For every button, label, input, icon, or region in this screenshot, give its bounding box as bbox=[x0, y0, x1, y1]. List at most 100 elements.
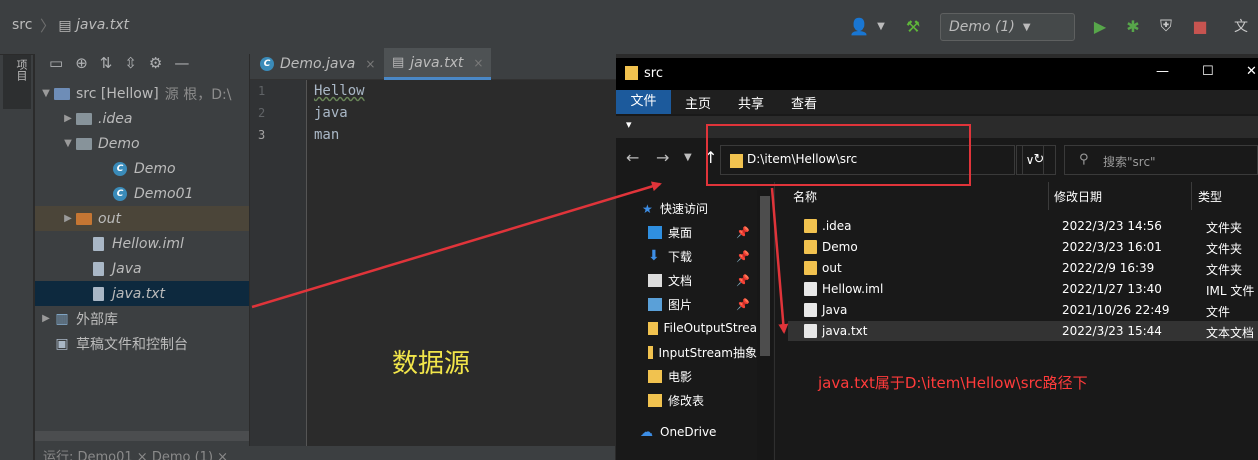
tree-item-java-txt-selected[interactable]: java.txt bbox=[35, 281, 249, 306]
breadcrumb-java-txt[interactable]: java.txt bbox=[76, 17, 129, 33]
breadcrumb-src[interactable]: src bbox=[12, 17, 32, 33]
nav-item-fileoutputstream[interactable]: FileOutputStrea bbox=[616, 316, 757, 340]
hammer-build-icon[interactable]: ⚒ bbox=[902, 14, 924, 38]
horizontal-scrollbar[interactable] bbox=[35, 431, 249, 441]
tree-item-external-libraries[interactable]: ▶ ▥ 外部库 bbox=[35, 306, 249, 331]
nav-item-pictures[interactable]: 图片 📌 bbox=[616, 292, 774, 316]
hide-minus-icon[interactable]: — bbox=[174, 54, 189, 72]
run-tool-bar[interactable]: 运行: Demo01 × Demo (1) × bbox=[35, 446, 615, 460]
minimize-icon[interactable]: — bbox=[1156, 64, 1169, 79]
nav-label: 文档 bbox=[668, 273, 693, 288]
coverage-shield-icon[interactable]: ⛨ bbox=[1155, 14, 1177, 38]
expand-all-icon[interactable]: ⇅ bbox=[100, 54, 113, 72]
tree-item-hellow-iml[interactable]: Hellow.iml bbox=[35, 231, 249, 256]
pane-divider[interactable] bbox=[774, 182, 775, 460]
pin-icon[interactable]: 📌 bbox=[736, 298, 750, 311]
nav-item-onedrive[interactable]: ☁ OneDrive bbox=[616, 420, 757, 444]
chevron-right-icon[interactable]: ▶ bbox=[61, 113, 75, 124]
module-file-icon bbox=[89, 236, 107, 252]
column-type[interactable]: 类型 bbox=[1198, 188, 1222, 205]
close-icon[interactable]: ✕ bbox=[1246, 64, 1257, 79]
ribbon-tab-file[interactable]: 文件 bbox=[616, 90, 671, 114]
collapse-all-icon[interactable]: ⇳ bbox=[124, 54, 137, 72]
project-view-icon[interactable]: ▭ bbox=[49, 54, 63, 72]
ribbon-tab-home[interactable]: 主页 bbox=[685, 93, 711, 112]
chevron-right-icon[interactable]: ▶ bbox=[61, 213, 75, 224]
tree-item-idea[interactable]: ▶ .idea bbox=[35, 106, 249, 131]
forward-arrow-icon[interactable]: → bbox=[656, 148, 669, 167]
file-row[interactable]: Demo 2022/3/23 16:01 文件夹 bbox=[788, 237, 1258, 257]
pin-icon[interactable]: 📌 bbox=[736, 226, 750, 239]
file-row[interactable]: Java 2021/10/26 22:49 文件 bbox=[788, 300, 1258, 320]
tree-label: out bbox=[98, 210, 121, 227]
locate-crosshair-icon[interactable]: ⊕ bbox=[75, 54, 88, 72]
file-row[interactable]: out 2022/2/9 16:39 文件夹 bbox=[788, 258, 1258, 278]
column-name[interactable]: 名称 bbox=[793, 188, 817, 205]
file-row-selected[interactable]: java.txt 2022/3/23 15:44 文本文档 bbox=[788, 321, 1258, 341]
close-icon[interactable]: × bbox=[473, 56, 483, 70]
column-divider[interactable] bbox=[1191, 182, 1192, 210]
customize-chevron-icon[interactable]: ▾ bbox=[626, 118, 632, 131]
ribbon-tab-share[interactable]: 共享 bbox=[738, 93, 764, 112]
tree-item-demo01-class[interactable]: C Demo01 bbox=[35, 181, 249, 206]
tree-label: Demo bbox=[134, 160, 176, 177]
text-file-icon bbox=[89, 286, 107, 302]
user-icon[interactable]: 👤 bbox=[848, 14, 870, 38]
tree-item-java[interactable]: Java bbox=[35, 256, 249, 281]
nav-item-desktop[interactable]: 桌面 📌 bbox=[616, 220, 774, 244]
tree-item-src[interactable]: ▼ src [Hellow] 源 根，D:\ bbox=[35, 81, 249, 106]
refresh-icon[interactable]: ↻ bbox=[1022, 145, 1056, 175]
close-icon[interactable]: × bbox=[365, 57, 375, 71]
nav-label: InputStream抽象 bbox=[658, 345, 758, 360]
file-row[interactable]: Hellow.iml 2022/1/27 13:40 IML 文件 bbox=[788, 279, 1258, 299]
text-document-icon bbox=[804, 324, 817, 338]
file-name: out bbox=[822, 261, 842, 275]
run-config-label: Demo (1) bbox=[949, 19, 1015, 35]
tree-item-demo-package[interactable]: ▼ Demo bbox=[35, 131, 249, 156]
recent-chevron-icon[interactable]: ▼ bbox=[684, 152, 692, 163]
nav-item-movies[interactable]: 电影 bbox=[616, 364, 757, 388]
code-line: Hellow bbox=[314, 83, 365, 99]
translate-icon[interactable]: 文 bbox=[1230, 14, 1252, 38]
gear-icon[interactable]: ⚙ bbox=[149, 54, 162, 72]
chevron-down-icon[interactable]: ▼ bbox=[61, 138, 75, 149]
chevron-right-icon[interactable]: ▶ bbox=[39, 313, 53, 324]
file-row[interactable]: .idea 2022/3/23 14:56 文件夹 bbox=[788, 216, 1258, 236]
chevron-down-icon[interactable]: ▼ bbox=[39, 88, 53, 99]
pin-icon[interactable]: 📌 bbox=[736, 274, 750, 287]
chevron-down-icon[interactable]: ▼ bbox=[870, 14, 892, 38]
column-divider[interactable] bbox=[1048, 182, 1049, 210]
search-icon: ⚲ bbox=[1079, 152, 1089, 167]
ribbon-tab-view[interactable]: 查看 bbox=[791, 93, 817, 112]
folder-icon bbox=[648, 345, 653, 359]
debug-bug-icon[interactable]: ✱ bbox=[1122, 14, 1144, 38]
project-tool-tab[interactable]: 项目 bbox=[3, 55, 31, 109]
file-date: 2022/3/23 16:01 bbox=[1062, 240, 1162, 254]
tree-item-demo-class[interactable]: C Demo bbox=[35, 156, 249, 181]
nav-quick-access[interactable]: ★ 快速访问 bbox=[616, 196, 774, 220]
annotation-data-source: 数据源 bbox=[392, 349, 471, 379]
maximize-icon[interactable]: ☐ bbox=[1202, 64, 1214, 79]
tree-item-scratches[interactable]: ▣ 草稿文件和控制台 bbox=[35, 331, 249, 356]
back-arrow-icon[interactable]: ← bbox=[626, 148, 639, 167]
nav-item-modify-table[interactable]: 修改表 bbox=[616, 388, 757, 412]
folder-icon bbox=[75, 111, 93, 127]
search-input[interactable]: ⚲ 搜索"src" bbox=[1064, 145, 1258, 175]
tab-java-txt[interactable]: ▤ java.txt × bbox=[384, 48, 492, 80]
run-icon[interactable]: ▶ bbox=[1089, 14, 1111, 38]
stop-icon[interactable]: ■ bbox=[1189, 14, 1211, 38]
nav-item-downloads[interactable]: ⬇ 下载 📌 bbox=[616, 244, 774, 268]
run-config-selector[interactable]: Demo (1) ▼ bbox=[940, 13, 1075, 41]
nav-item-inputstream[interactable]: InputStream抽象 bbox=[616, 340, 757, 364]
tree-item-out[interactable]: ▶ out bbox=[35, 206, 249, 231]
file-date: 2022/3/23 15:44 bbox=[1062, 324, 1162, 338]
tab-demo-java[interactable]: C Demo.java × bbox=[252, 48, 383, 80]
explorer-title-bar: src — ☐ ✕ bbox=[616, 58, 1258, 90]
column-date[interactable]: 修改日期 bbox=[1054, 188, 1102, 205]
ribbon-tabs: 文件 主页 共享 查看 bbox=[616, 90, 1258, 114]
pin-icon[interactable]: 📌 bbox=[736, 250, 750, 263]
file-type: 文本文档 bbox=[1206, 326, 1255, 340]
nav-item-documents[interactable]: 文档 📌 bbox=[616, 268, 774, 292]
nav-scrollbar-thumb[interactable] bbox=[760, 196, 770, 356]
file-type: 文件 bbox=[1206, 305, 1231, 319]
